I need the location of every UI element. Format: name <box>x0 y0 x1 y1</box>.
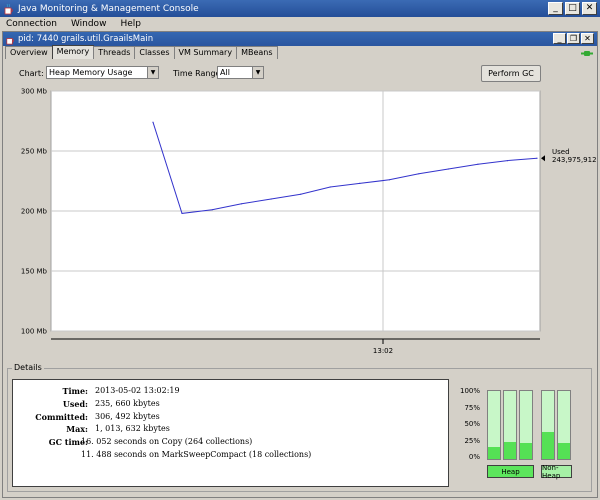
non-heap-button[interactable]: Non-Heap <box>541 464 572 480</box>
detail-value: 1, 013, 632 kbytes <box>95 424 170 434</box>
data-point <box>241 203 243 205</box>
details-info-box: Time: 2013-05-02 13:02:19 Used: 235, 660 kb… <box>12 379 449 487</box>
memory-pool-bar[interactable] <box>519 390 533 460</box>
y-tick-label: 250 Mb <box>21 148 48 156</box>
data-point <box>477 163 479 165</box>
data-point <box>300 193 302 195</box>
memory-pool-bar[interactable] <box>541 390 555 460</box>
detail-row: Committed: 306, 492 kbytes <box>13 412 450 424</box>
memory-pool-fill <box>558 443 570 459</box>
data-point <box>506 160 509 162</box>
data-point <box>329 186 331 188</box>
detail-row: Used: 235, 660 kbytes <box>13 399 450 411</box>
memory-pool-bar[interactable] <box>503 390 517 460</box>
memory-pool-bar[interactable] <box>487 390 501 460</box>
y-tick-label: 300 Mb <box>21 88 48 96</box>
data-point <box>211 209 213 211</box>
data-point <box>388 179 390 181</box>
used-marker-icon <box>541 155 545 162</box>
detail-value: 235, 660 kbytes <box>95 398 160 408</box>
data-point <box>152 121 154 123</box>
used-annotation: Used243,975,912 <box>541 148 597 164</box>
percent-label: 100% <box>459 387 480 395</box>
x-axis: 13:02 <box>373 339 393 355</box>
detail-value: 16. 052 seconds on Copy (264 collections… <box>81 437 253 447</box>
detail-row: Max: 1, 013, 632 kbytes <box>13 424 450 436</box>
heap-memory-chart: 100 Mb 150 Mb 200 Mb 250 Mb 300 Mb 13:02 Use… <box>21 88 597 356</box>
used-value: 243,975,912 <box>552 156 597 164</box>
percent-label: 0% <box>468 453 480 461</box>
data-point <box>418 173 420 175</box>
detail-label: Max: <box>66 424 88 435</box>
y-axis: 100 Mb 150 Mb 200 Mb 250 Mb 300 Mb <box>21 88 48 336</box>
heap-button[interactable]: Heap <box>487 465 534 478</box>
data-point <box>536 157 538 159</box>
memory-pool-bar[interactable] <box>557 390 571 460</box>
memory-pool-fill <box>504 442 516 459</box>
percent-label: 25% <box>464 436 480 445</box>
detail-value: 2013-05-02 13:02:19 <box>95 386 180 395</box>
memory-pool-fill <box>542 431 554 459</box>
detail-label: Time: <box>62 386 89 396</box>
percent-label: 75% <box>464 403 480 412</box>
details-title: Details <box>12 363 44 372</box>
detail-label: Used: <box>62 398 88 409</box>
memory-pool-fill <box>488 446 500 459</box>
detail-value: 306, 492 kbytes <box>95 411 160 421</box>
used-label: Used <box>552 148 570 156</box>
main-window: Java Monitoring & Management Console _ □… <box>0 0 600 500</box>
y-tick-label: 200 Mb <box>21 208 48 216</box>
y-tick-label: 150 Mb <box>21 268 48 276</box>
data-point <box>181 212 183 214</box>
percent-label: 50% <box>464 420 480 428</box>
data-point <box>447 168 449 170</box>
detail-row: GC time: 16. 052 seconds on Copy (264 col… <box>13 437 450 449</box>
memory-pool-fill <box>520 443 532 459</box>
details-panel: Details Time: 2013-05-02 13:02:19 Used: 235… <box>7 363 592 492</box>
x-tick-label: 13:02 <box>373 347 393 355</box>
data-point <box>359 182 361 184</box>
detail-label: Committed: <box>35 411 88 422</box>
detail-value: 11. 488 seconds on MarkSweepCompact (18 … <box>81 450 312 459</box>
y-tick-label: 100 Mb <box>21 328 48 336</box>
detail-row: 11. 488 seconds on MarkSweepCompact (18 … <box>13 450 450 462</box>
detail-row: Time: 2013-05-02 13:02:19 <box>13 386 450 398</box>
data-point <box>270 198 272 200</box>
